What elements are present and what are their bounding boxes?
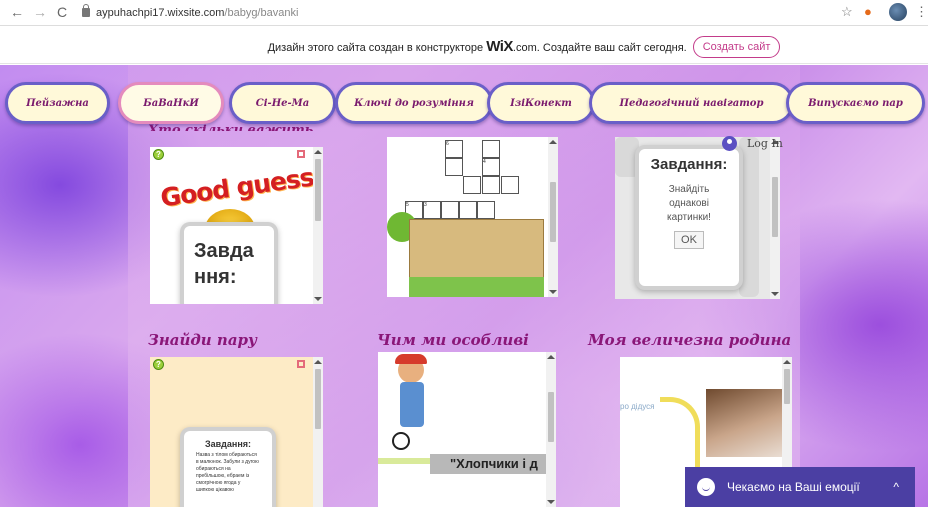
- menu-item-keys-to-understanding[interactable]: Ключі до розуміння: [335, 82, 493, 124]
- menu-item-easyconnect[interactable]: ІзіКонект: [487, 82, 595, 124]
- boy-cap-graphic: [395, 354, 427, 364]
- task-card-title: Завдання:: [194, 240, 254, 288]
- back-button[interactable]: ←: [10, 5, 24, 19]
- scroll-down-arrow[interactable]: [549, 290, 557, 294]
- task-card-title: Завдання:: [204, 439, 251, 449]
- task-dialog-body: Знайдіть однакові картинки!: [667, 184, 711, 223]
- grass-graphic: [409, 277, 544, 297]
- house-graphic: [409, 219, 544, 279]
- page-background: Хто скільки важить ? Good guess Завдання…: [0, 65, 928, 507]
- scroll-up-arrow[interactable]: [547, 355, 555, 359]
- scroll-up-arrow[interactable]: [783, 360, 791, 364]
- bookmark-star-icon[interactable]: ☆: [841, 5, 853, 19]
- wix-banner: Дизайн этого сайта создан в конструкторе…: [0, 30, 928, 64]
- scroll-thumb[interactable]: [784, 369, 790, 404]
- find-pair-frame[interactable]: ? Завдання: Назва з тілом обираються в м…: [150, 357, 323, 507]
- frame-scrollbar[interactable]: [548, 137, 558, 297]
- slide-caption: "Хлопчики і д: [430, 454, 556, 474]
- boy-body-graphic: [400, 382, 424, 427]
- login-label: Log In: [747, 137, 783, 150]
- wix-logo: WiX: [486, 38, 513, 55]
- site-menu: Пейзажна БаВаНкИ Сі-Не-Ма Ключі до розум…: [5, 82, 925, 126]
- forward-button[interactable]: →: [33, 5, 47, 19]
- learningapps-icon: ?: [153, 359, 164, 370]
- menu-item-landscape[interactable]: Пейзажна: [5, 82, 110, 124]
- tree-label: ро дідуся: [620, 402, 655, 411]
- browser-menu-icon[interactable]: ⋮: [915, 5, 928, 19]
- frame-scrollbar[interactable]: [546, 352, 556, 507]
- menu-item-bavanki[interactable]: БаВаНкИ: [118, 82, 224, 124]
- profile-avatar[interactable]: [889, 3, 907, 21]
- scroll-thumb[interactable]: [550, 182, 556, 242]
- memory-game-frame[interactable]: Завдання: Знайдіть однакові картинки! OK: [615, 137, 780, 299]
- scroll-thumb[interactable]: [315, 369, 321, 429]
- chevron-up-icon[interactable]: ^: [893, 480, 899, 494]
- reload-button[interactable]: C: [57, 5, 67, 19]
- heading-what-makes-us-special: Чим ми особливі: [377, 331, 529, 349]
- scroll-down-arrow[interactable]: [547, 500, 555, 504]
- wix-text-after: .com. Создайте ваш сайт сегодня.: [512, 42, 687, 54]
- scroll-thumb[interactable]: [548, 392, 554, 442]
- menu-item-cinema[interactable]: Сі-Не-Ма: [229, 82, 336, 124]
- heading-find-pair: Знайди пару: [148, 331, 258, 349]
- url-domain: aypuhachpi17.wixsite.com: [96, 6, 225, 19]
- task-dialog: Завдання: Знайдіть однакові картинки! OK: [635, 145, 743, 290]
- task-card: Завдання: Назва з тілом обираються в мал…: [180, 427, 276, 507]
- menu-item-pedagogical-navigator[interactable]: Педагогічний навігатор: [589, 82, 794, 124]
- frame-scrollbar[interactable]: [313, 357, 323, 507]
- quiz-frame-good-guess[interactable]: ? Good guess Завдання:: [150, 147, 323, 304]
- user-icon: [722, 136, 737, 151]
- scroll-down-arrow[interactable]: [771, 292, 779, 296]
- task-card: Завдання:: [180, 222, 278, 304]
- task-card-body: Назва з тілом обираються в малюнок. Забу…: [196, 452, 259, 493]
- wix-text-before: Дизайн этого сайта создан в конструкторе: [267, 42, 487, 54]
- ok-button[interactable]: OK: [674, 231, 704, 249]
- decor-line: [378, 458, 438, 464]
- grandfather-photo: [706, 389, 782, 457]
- scroll-up-arrow[interactable]: [314, 150, 322, 154]
- url-path: /babyg/bavanki: [224, 6, 299, 19]
- chat-widget[interactable]: Чекаємо на Ваші емоції ^: [685, 467, 915, 507]
- address-bar[interactable]: aypuhachpi17.wixsite.com/babyg/bavanki: [78, 3, 838, 22]
- crossword-frame[interactable]: 6 4 5 3: [387, 137, 558, 297]
- scroll-up-arrow[interactable]: [549, 140, 557, 144]
- chat-text: Чекаємо на Ваші емоції: [727, 480, 860, 494]
- task-dialog-title: Завдання:: [650, 156, 728, 173]
- scroll-thumb[interactable]: [772, 177, 778, 237]
- extension-icon[interactable]: ●: [864, 5, 872, 19]
- scroll-down-arrow[interactable]: [314, 297, 322, 301]
- smile-icon: [697, 478, 715, 496]
- menu-item-blowing-off-steam[interactable]: Випускаємо пар: [786, 82, 925, 124]
- heading-big-family: Моя величезна родина: [588, 331, 792, 349]
- soccer-ball-graphic: [392, 432, 410, 450]
- scroll-thumb[interactable]: [315, 159, 321, 221]
- scroll-up-arrow[interactable]: [314, 360, 322, 364]
- lock-icon: [82, 4, 90, 17]
- frame-scrollbar[interactable]: [770, 137, 780, 299]
- good-guess-title: Good guess: [158, 162, 316, 213]
- learningapps-icon: ?: [153, 149, 164, 160]
- wix-banner-text: Дизайн этого сайта создан в конструкторе…: [268, 38, 687, 55]
- fullscreen-icon[interactable]: [297, 150, 305, 158]
- browser-toolbar: ← → C aypuhachpi17.wixsite.com/babyg/bav…: [0, 0, 928, 26]
- url-text: aypuhachpi17.wixsite.com/babyg/bavanki: [96, 7, 298, 19]
- create-site-button[interactable]: Создать сайт: [692, 35, 781, 58]
- frame-scrollbar[interactable]: [313, 147, 323, 304]
- fullscreen-icon[interactable]: [297, 360, 305, 368]
- login-link[interactable]: Log In: [722, 136, 783, 151]
- presentation-frame[interactable]: "Хлопчики і д: [378, 352, 556, 507]
